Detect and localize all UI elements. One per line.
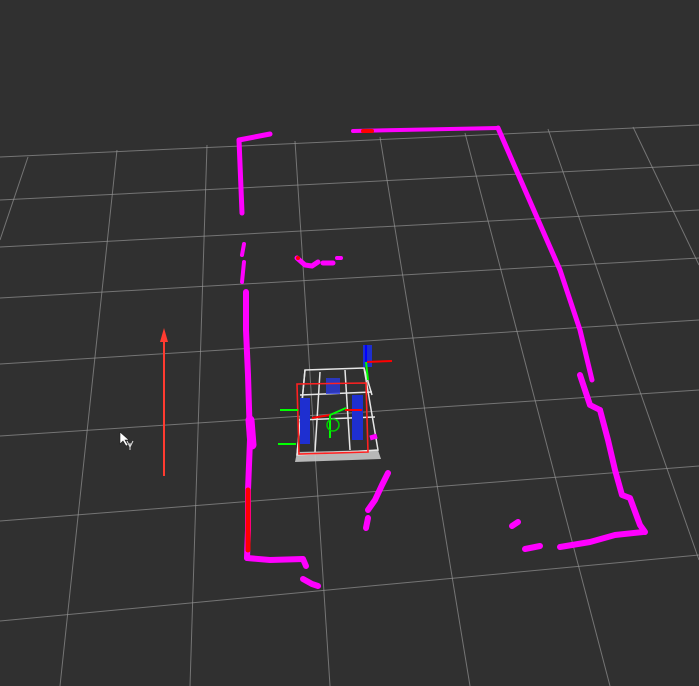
3d-viewport[interactable] [0,0,699,686]
viewport-background [0,0,699,686]
scene-svg[interactable] [0,0,699,686]
